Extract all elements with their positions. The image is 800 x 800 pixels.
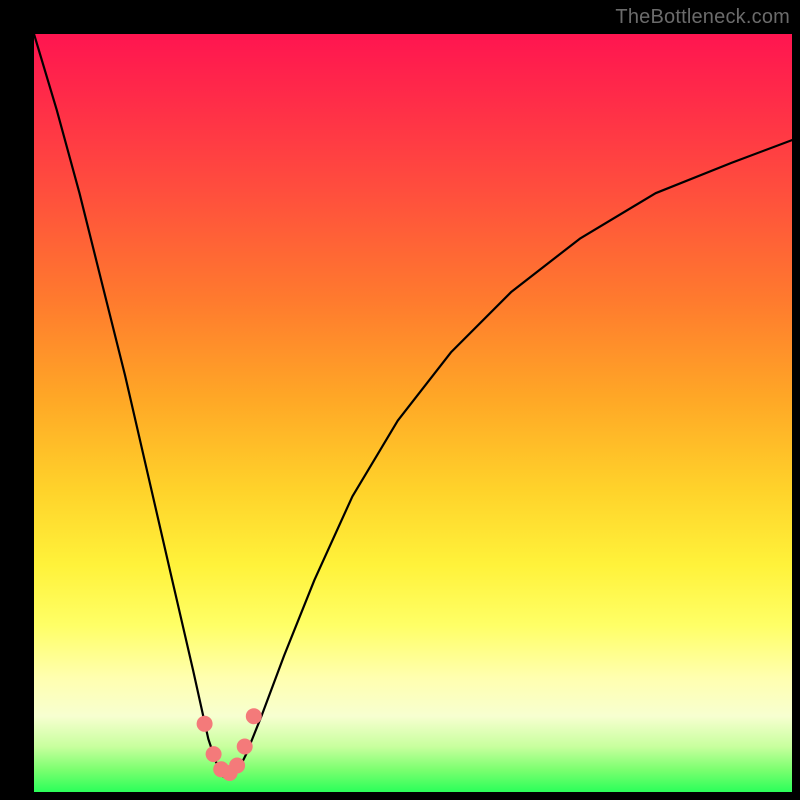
marker-dot — [206, 746, 222, 762]
marker-dot — [246, 708, 262, 724]
plot-area — [34, 34, 792, 792]
marker-dot — [229, 758, 245, 774]
outer-frame: TheBottleneck.com — [0, 0, 800, 800]
marker-dot — [197, 716, 213, 732]
marker-dots — [34, 34, 792, 792]
marker-dot — [237, 739, 253, 755]
watermark-text: TheBottleneck.com — [615, 6, 790, 29]
